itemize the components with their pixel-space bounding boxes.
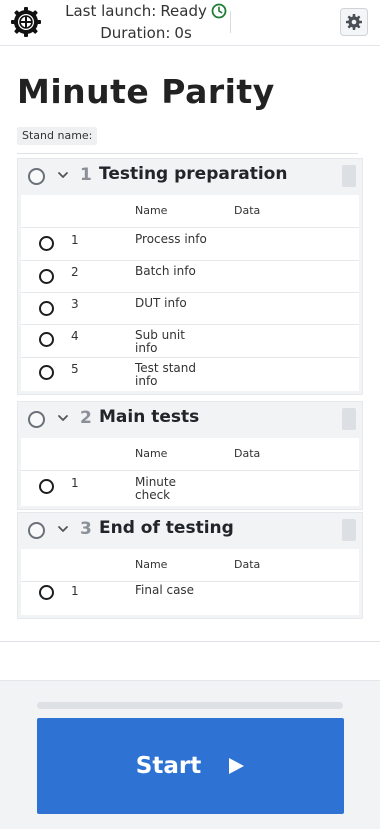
column-data-header: Data bbox=[234, 204, 261, 217]
row-name: Process info bbox=[135, 232, 207, 246]
table-row[interactable]: 2 Batch info bbox=[21, 261, 359, 293]
column-data-header: Data bbox=[234, 558, 261, 571]
test-group-1: 1 Testing preparation Name Data 1 Proces… bbox=[17, 158, 363, 395]
group-number: 2 bbox=[80, 408, 92, 428]
duration-value: 0s bbox=[174, 24, 192, 42]
group-radio[interactable] bbox=[28, 168, 45, 185]
progress-bar bbox=[37, 702, 343, 709]
stand-name-label: Stand name: bbox=[17, 127, 98, 145]
table-header: Name Data bbox=[21, 438, 359, 471]
row-radio[interactable] bbox=[39, 269, 54, 284]
row-name: Batch info bbox=[135, 264, 196, 278]
title-divider bbox=[17, 153, 358, 154]
group-radio[interactable] bbox=[28, 522, 45, 539]
group-title: End of testing bbox=[99, 518, 234, 538]
test-table: Name Data 1 Process info 2 Batch info 3 … bbox=[21, 195, 359, 391]
group-number: 3 bbox=[80, 519, 92, 539]
launch-status: Last launch: Ready Duration: 0s bbox=[64, 0, 228, 44]
row-radio[interactable] bbox=[39, 332, 54, 347]
start-label: Start bbox=[135, 753, 202, 779]
page-title: Minute Parity bbox=[17, 72, 275, 111]
table-row[interactable]: 4 Sub unit info bbox=[21, 325, 359, 358]
group-header[interactable]: 2 Main tests bbox=[18, 402, 362, 438]
start-button[interactable]: Start bbox=[37, 718, 344, 814]
row-number: 4 bbox=[71, 329, 79, 343]
column-data-header: Data bbox=[234, 447, 261, 460]
test-table: Name Data 1 Final case bbox=[21, 549, 359, 615]
row-name: Minute check bbox=[135, 475, 176, 502]
clock-icon bbox=[211, 3, 227, 19]
gear-icon bbox=[346, 14, 362, 30]
column-name-header: Name bbox=[135, 204, 168, 217]
table-header: Name Data bbox=[21, 195, 359, 228]
row-radio[interactable] bbox=[39, 301, 54, 316]
row-radio[interactable] bbox=[39, 585, 54, 600]
row-name: Final case bbox=[135, 583, 195, 597]
table-row[interactable]: 3 DUT info bbox=[21, 293, 359, 325]
footer-panel: Start bbox=[0, 680, 380, 829]
row-radio[interactable] bbox=[39, 365, 54, 380]
group-number: 1 bbox=[80, 165, 92, 185]
table-row[interactable]: 1 Minute check bbox=[21, 471, 359, 506]
group-radio[interactable] bbox=[28, 411, 45, 428]
duration-label: Duration: bbox=[100, 24, 171, 42]
table-row[interactable]: 1 Process info bbox=[21, 228, 359, 261]
row-radio[interactable] bbox=[39, 236, 54, 251]
drag-handle[interactable] bbox=[342, 408, 356, 430]
column-name-header: Name bbox=[135, 558, 168, 571]
gear-logo-icon bbox=[11, 7, 41, 37]
column-name-header: Name bbox=[135, 447, 168, 460]
row-name: Test stand info bbox=[135, 361, 196, 388]
test-table: Name Data 1 Minute check bbox=[21, 438, 359, 506]
row-number: 2 bbox=[71, 265, 79, 279]
test-group-2: 2 Main tests Name Data 1 Minute check bbox=[17, 401, 363, 510]
table-row[interactable]: 5 Test stand info bbox=[21, 358, 359, 391]
group-header[interactable]: 1 Testing preparation bbox=[18, 159, 362, 195]
chevron-down-icon[interactable] bbox=[57, 523, 69, 535]
table-row[interactable]: 1 Final case bbox=[21, 582, 359, 615]
row-number: 1 bbox=[71, 476, 79, 490]
row-number: 1 bbox=[71, 233, 79, 247]
group-header[interactable]: 3 End of testing bbox=[18, 513, 362, 549]
row-number: 1 bbox=[71, 584, 79, 598]
row-name: DUT info bbox=[135, 296, 187, 310]
group-title: Main tests bbox=[99, 407, 200, 427]
header-divider bbox=[230, 11, 231, 33]
chevron-down-icon[interactable] bbox=[57, 169, 69, 181]
row-number: 5 bbox=[71, 362, 79, 376]
row-name: Sub unit info bbox=[135, 328, 185, 355]
top-bar: Last launch: Ready Duration: 0s bbox=[0, 0, 380, 46]
drag-handle[interactable] bbox=[342, 165, 356, 187]
content-divider bbox=[0, 641, 380, 642]
settings-button[interactable] bbox=[340, 8, 368, 36]
group-title: Testing preparation bbox=[99, 164, 288, 184]
launch-status-text: Ready bbox=[160, 2, 207, 20]
test-group-3: 3 End of testing Name Data 1 Final case bbox=[17, 512, 363, 619]
row-radio[interactable] bbox=[39, 479, 54, 494]
drag-handle[interactable] bbox=[342, 519, 356, 541]
chevron-down-icon[interactable] bbox=[57, 412, 69, 424]
table-header: Name Data bbox=[21, 549, 359, 582]
last-launch-label: Last launch: bbox=[65, 2, 157, 20]
row-number: 3 bbox=[71, 297, 79, 311]
play-icon bbox=[229, 758, 245, 774]
